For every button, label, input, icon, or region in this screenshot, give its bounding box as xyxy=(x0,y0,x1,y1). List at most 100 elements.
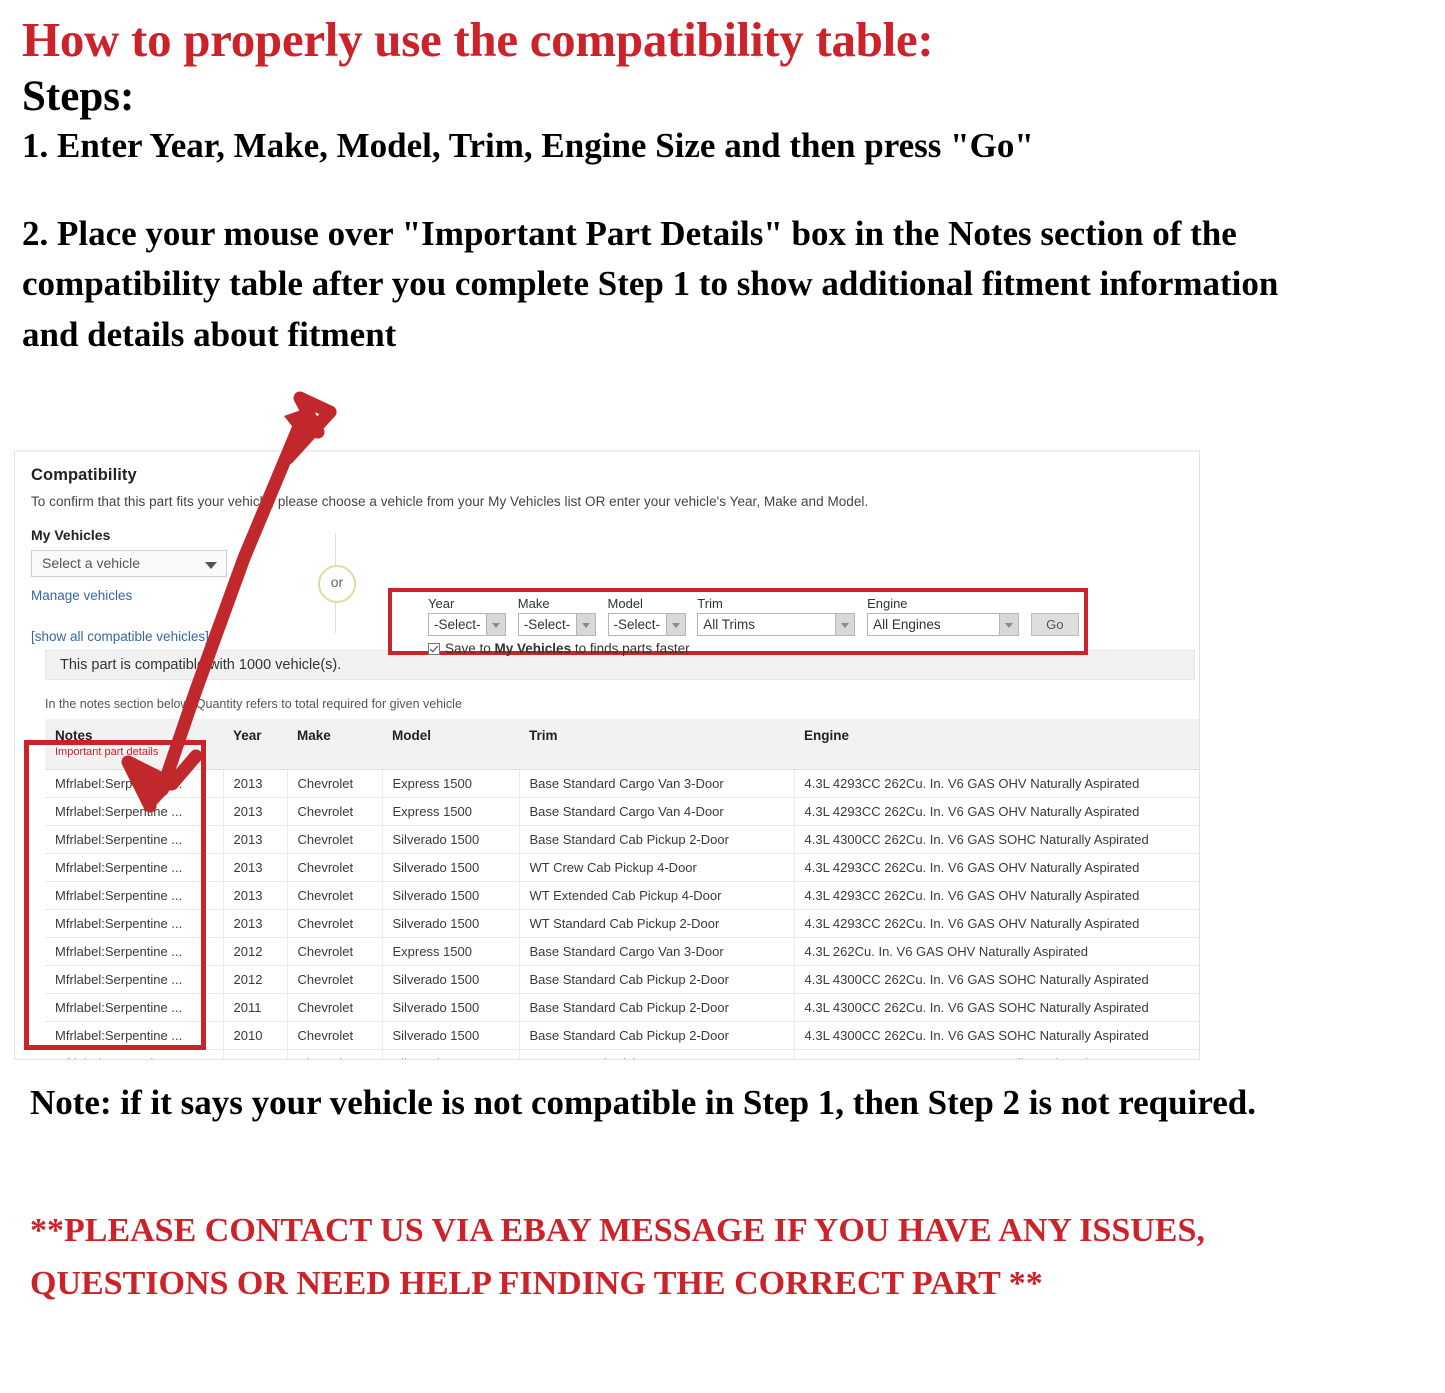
show-all-compatible-vehicles-link[interactable]: [show all compatible vehicles] xyxy=(31,629,241,644)
my-vehicles-select[interactable]: Select a vehicle xyxy=(31,550,227,577)
cell-make: Chevrolet xyxy=(287,1021,383,1050)
compatibility-panel: Compatibility To confirm that this part … xyxy=(14,450,1200,1060)
make-select-value: -Select- xyxy=(523,617,571,632)
compatibility-heading: Compatibility xyxy=(31,466,137,484)
cell-make: Chevrolet xyxy=(287,769,383,798)
save-to-my-vehicles-checkbox[interactable] xyxy=(428,643,440,655)
engine-select-value: All Engines xyxy=(873,617,941,632)
model-field-group: Model -Select- xyxy=(607,596,686,636)
cell-make: Chevrolet xyxy=(287,937,383,966)
my-vehicles-select-value: Select a vehicle xyxy=(42,555,141,571)
chevron-down-icon xyxy=(575,614,595,635)
cell-year: 2011 xyxy=(223,993,288,1022)
cell-trim: Base Standard Cargo Van 3-Door xyxy=(519,769,795,798)
save-text-pre: Save to xyxy=(445,641,495,656)
year-select[interactable]: -Select- xyxy=(428,613,506,636)
compatibility-subtitle: To confirm that this part fits your vehi… xyxy=(31,494,869,509)
chevron-down-icon xyxy=(205,562,217,569)
steps-heading: Steps: xyxy=(22,72,135,120)
cell-trim: Base Standard Cab Pickup 2-Door xyxy=(519,993,795,1022)
manage-vehicles-link[interactable]: Manage vehicles xyxy=(31,588,241,603)
save-text-bold: My Vehicles xyxy=(494,641,572,656)
table-row: Mfrlabel:Serpentine ... 2013 Chevrolet Silv… xyxy=(45,853,1199,882)
step-one-text: 1. Enter Year, Make, Model, Trim, Engine… xyxy=(22,125,1034,165)
cell-make: Chevrolet xyxy=(287,825,383,854)
cell-make: Chevrolet xyxy=(287,965,383,994)
model-select-value: -Select- xyxy=(613,617,661,632)
model-select[interactable]: -Select- xyxy=(607,613,686,636)
chevron-down-icon xyxy=(999,614,1019,635)
make-select[interactable]: -Select- xyxy=(517,613,596,636)
cell-trim: WT Crew Cab Pickup 4-Door xyxy=(519,1049,795,1059)
cell-model: Silverado 1500 xyxy=(382,1021,520,1050)
year-select-value: -Select- xyxy=(434,617,481,632)
quantity-note: In the notes section below, Quantity ref… xyxy=(45,697,462,711)
footer-contact: **PLEASE CONTACT US VIA EBAY MESSAGE IF … xyxy=(30,1212,1205,1302)
cell-year: 2010 xyxy=(223,1021,288,1050)
table-row: Mfrlabel:Serpentine ... 2013 Chevrolet Silv… xyxy=(45,881,1199,910)
table-row: Mfrlabel:Serpentine ...2010ChevroletSilv… xyxy=(45,1049,1199,1059)
header-model[interactable]: Model xyxy=(382,719,519,770)
year-label: Year xyxy=(428,596,455,611)
cell-engine: 4.3L 4300CC 262Cu. In. V6 GAS SOHC Natur… xyxy=(794,965,1199,994)
vehicle-entry-form: Year -Select- Make -Select- Model -Selec… xyxy=(392,592,1084,636)
cell-make: Chevrolet xyxy=(287,881,383,910)
cell-notes[interactable]: Mfrlabel:Serpentine ... xyxy=(45,853,224,882)
cell-engine: 4.3L 4300CC 262Cu. In. V6 GAS SOHC Natur… xyxy=(794,993,1199,1022)
footer-note: Note: if it says your vehicle is not com… xyxy=(30,1083,1256,1122)
cell-trim: Base Standard Cab Pickup 2-Door xyxy=(519,825,795,854)
header-notes-label: Notes xyxy=(55,728,93,743)
header-trim[interactable]: Trim xyxy=(519,719,794,770)
cell-year: 2013 xyxy=(223,909,288,938)
cell-engine: 4.3L 4293CC 262Cu. In. V6 GAS OHV Natura… xyxy=(794,909,1199,938)
cell-trim: Base Standard Cab Pickup 2-Door xyxy=(519,965,795,994)
go-button[interactable]: Go xyxy=(1030,613,1079,636)
cell-model: Silverado 1500 xyxy=(382,965,520,994)
cell-notes[interactable]: Mfrlabel:Serpentine ... xyxy=(45,993,224,1022)
cell-engine: 4.3L 4293CC 262Cu. In. V6 GAS OHV Natura… xyxy=(794,853,1199,882)
table-row: Mfrlabel:Serpentine ... 2012 Chevrolet Silv… xyxy=(45,965,1199,994)
header-notes-sublabel: Important part details xyxy=(55,746,159,758)
make-field-group: Make -Select- xyxy=(517,596,596,636)
cell-trim: Base Standard Cab Pickup 2-Door xyxy=(519,1021,795,1050)
cell-notes[interactable]: Mfrlabel:Serpentine ... xyxy=(45,1049,224,1059)
cell-year: 2013 xyxy=(223,825,288,854)
cell-notes[interactable]: Mfrlabel:Serpentine ... xyxy=(45,825,224,854)
header-year[interactable]: Year xyxy=(223,719,287,770)
my-vehicles-label: My Vehicles xyxy=(31,527,111,543)
cell-make: Chevrolet xyxy=(287,797,383,826)
cell-notes[interactable]: Mfrlabel:Serpentine ... xyxy=(45,965,224,994)
cell-trim: Base Standard Cargo Van 4-Door xyxy=(519,797,795,826)
save-text-post: to finds parts faster xyxy=(571,641,690,656)
cell-trim: WT Standard Cab Pickup 2-Door xyxy=(519,909,795,938)
cell-engine: 4.3L 262Cu. In. V6 GAS OHV Naturally Asp… xyxy=(794,937,1199,966)
model-label: Model xyxy=(607,596,643,611)
cell-notes[interactable]: Mfrlabel:Serpentine ... xyxy=(45,797,224,826)
cell-model: Silverado 1500 xyxy=(382,853,520,882)
header-notes[interactable]: Notes Important part details xyxy=(45,719,223,770)
cell-trim: WT Crew Cab Pickup 4-Door xyxy=(519,853,795,882)
cell-engine: 4.3L 4293CC 262Cu. In. V6 GAS OHV Natura… xyxy=(794,881,1199,910)
cell-model: Silverado 1500 xyxy=(382,1049,520,1059)
header-make[interactable]: Make xyxy=(287,719,382,770)
cell-notes[interactable]: Mfrlabel:Serpentine ... xyxy=(45,881,224,910)
step-two-text: 2. Place your mouse over "Important Part… xyxy=(22,213,1279,355)
cell-notes[interactable]: Mfrlabel:Serpentine ... xyxy=(45,769,224,798)
cell-year: 2013 xyxy=(223,881,288,910)
fitment-table-header: Notes Important part details Year Make M… xyxy=(45,719,1199,770)
cell-notes[interactable]: Mfrlabel:Serpentine ... xyxy=(45,909,224,938)
table-row: Mfrlabel:Serpentine ... 2012 Chevrolet Expr… xyxy=(45,937,1199,966)
trim-select[interactable]: All Trims xyxy=(697,613,856,636)
engine-select[interactable]: All Engines xyxy=(867,613,1020,636)
cell-notes[interactable]: Mfrlabel:Serpentine ... xyxy=(45,937,224,966)
cell-trim: WT Extended Cab Pickup 4-Door xyxy=(519,881,795,910)
fitment-table: Notes Important part details Year Make M… xyxy=(45,719,1199,1059)
engine-field-group: Engine All Engines xyxy=(867,596,1020,636)
cell-model: Express 1500 xyxy=(382,797,520,826)
cell-year: 2010 xyxy=(223,1049,288,1059)
cell-model: Silverado 1500 xyxy=(382,825,520,854)
chevron-down-icon xyxy=(665,614,685,635)
cell-notes[interactable]: Mfrlabel:Serpentine ... xyxy=(45,1021,224,1050)
cell-trim: Base Standard Cargo Van 3-Door xyxy=(519,937,795,966)
header-engine[interactable]: Engine xyxy=(794,719,1199,770)
